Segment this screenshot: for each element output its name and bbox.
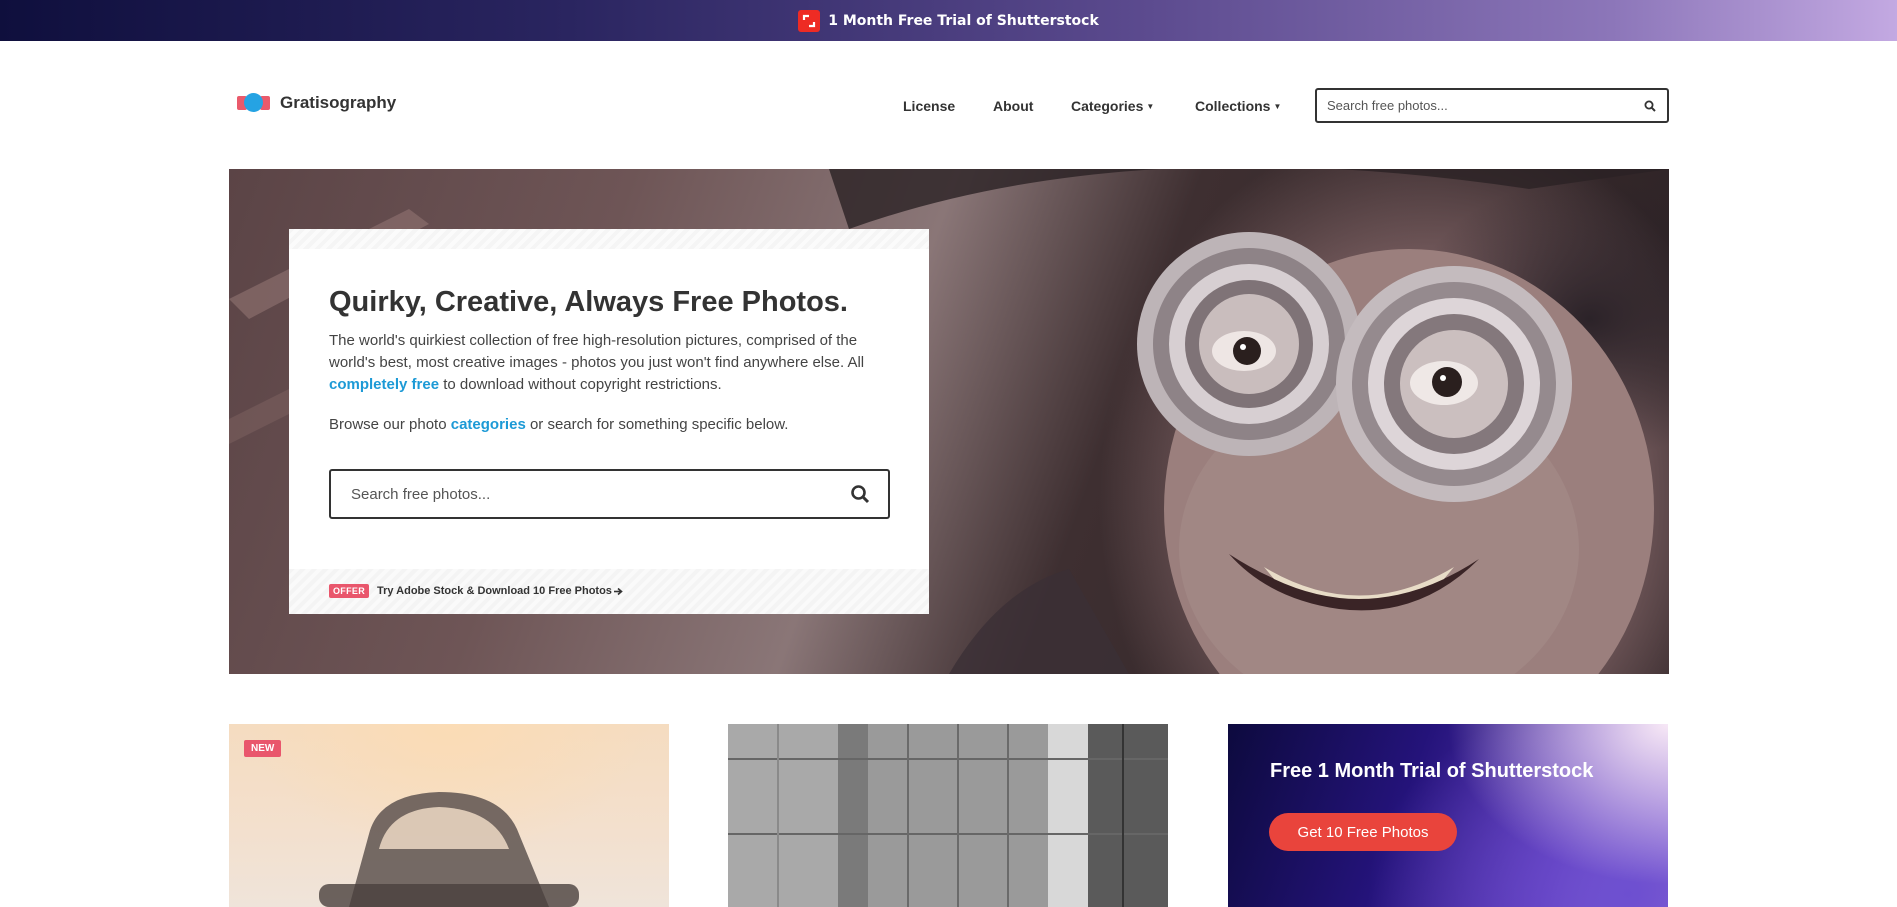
nav-about[interactable]: About (993, 98, 1033, 114)
photo-card-toy-car[interactable]: NEW (229, 724, 669, 907)
toy-car-photo (319, 792, 579, 907)
adobe-offer-link[interactable]: OFFER Try Adobe Stock & Download 10 Free… (329, 584, 623, 598)
building-photo (728, 724, 1168, 907)
photo-card-building[interactable] (728, 724, 1168, 907)
nav-collections[interactable]: Collections ▼ (1195, 98, 1281, 114)
promo-text: 1 Month Free Trial of Shutterstock (828, 12, 1099, 29)
gratisography-logo-icon (237, 92, 270, 114)
shutterstock-promo-card: Free 1 Month Trial of Shutterstock Get 1… (1228, 724, 1668, 907)
browse-text: Browse our photo (329, 416, 451, 433)
site-header: Gratisography License About Categories ▼… (229, 72, 1669, 138)
brand-name: Gratisography (280, 93, 397, 112)
hero-desc-text-end: to download without copyright restrictio… (439, 376, 722, 393)
hero-browse-text: Browse our photo categories or search fo… (329, 416, 788, 433)
caret-down-icon: ▼ (1146, 101, 1155, 111)
nav-collections-label: Collections (1195, 98, 1271, 114)
card-stripe-top (289, 229, 929, 249)
offer-badge: OFFER (329, 584, 369, 598)
nav-categories-label: Categories (1071, 98, 1144, 114)
nav-license[interactable]: License (903, 98, 955, 114)
hero-banner: Quirky, Creative, Always Free Photos. Th… (229, 169, 1669, 674)
promo-link[interactable]: 1 Month Free Trial of Shutterstock (798, 9, 1099, 32)
shutterstock-promo-title: Free 1 Month Trial of Shutterstock (1270, 760, 1594, 782)
shutterstock-logo-icon (798, 9, 821, 32)
caret-down-icon: ▼ (1273, 101, 1282, 111)
hero-desc-text: The world's quirkiest collection of free… (329, 332, 865, 371)
brand-logo[interactable]: Gratisography (237, 92, 396, 114)
hero-search-input[interactable] (331, 471, 832, 517)
header-search (1315, 88, 1669, 123)
new-badge: NEW (244, 740, 282, 757)
arrow-right-icon (613, 587, 623, 595)
browse-text-end: or search for something specific below. (525, 416, 789, 433)
promo-bar: 1 Month Free Trial of Shutterstock (0, 0, 1897, 41)
categories-link[interactable]: categories (451, 416, 526, 433)
hero-search (329, 469, 890, 519)
search-icon[interactable] (1633, 90, 1667, 121)
header-search-input[interactable] (1317, 90, 1633, 121)
offer-text: Try Adobe Stock & Download 10 Free Photo… (377, 585, 612, 597)
get-free-photos-button[interactable]: Get 10 Free Photos (1269, 813, 1457, 851)
nav-categories[interactable]: Categories ▼ (1071, 98, 1154, 114)
hero-card: Quirky, Creative, Always Free Photos. Th… (289, 229, 929, 614)
completely-free-link[interactable]: completely free (329, 376, 439, 393)
search-icon[interactable] (832, 471, 888, 517)
hero-title: Quirky, Creative, Always Free Photos. (329, 286, 848, 318)
hero-description: The world's quirkiest collection of free… (329, 330, 899, 396)
